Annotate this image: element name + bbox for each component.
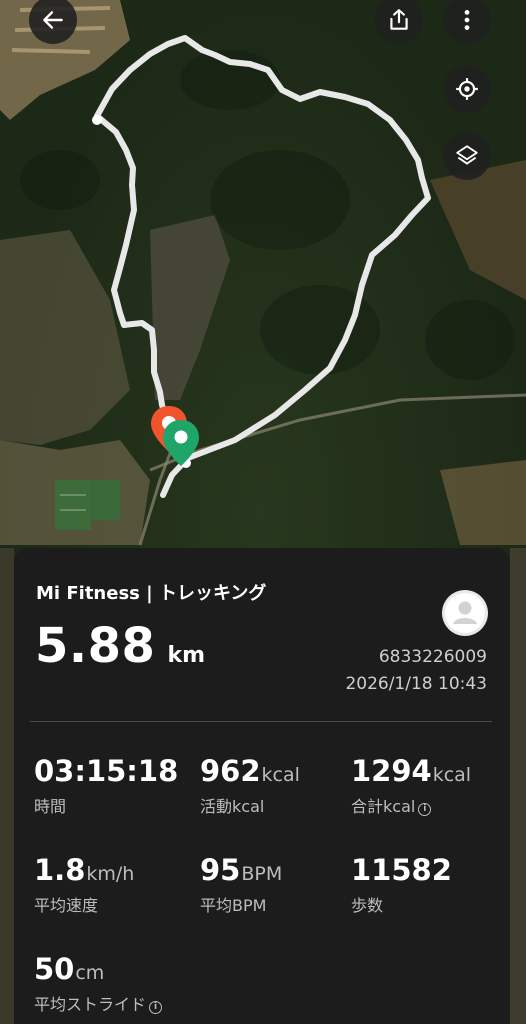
distance: 5.88 km xyxy=(35,618,205,674)
stat-total-kcal: 1294kcal 合計kcal i xyxy=(351,754,471,817)
stat-label: 平均ストライド xyxy=(34,995,147,1014)
distance-unit: km xyxy=(167,643,205,668)
stat-label: 時間 xyxy=(34,797,67,816)
stat-label: 歩数 xyxy=(351,896,384,915)
locate-button[interactable] xyxy=(443,65,491,113)
divider xyxy=(30,721,492,722)
stat-value: 03:15:18 xyxy=(34,754,179,788)
avatar[interactable] xyxy=(442,590,488,636)
stat-unit: km/h xyxy=(86,863,135,885)
layers-icon xyxy=(456,145,478,165)
info-icon[interactable]: i xyxy=(149,1001,163,1014)
sports-field xyxy=(55,480,91,530)
stat-unit: BPM xyxy=(241,863,283,885)
stat-value: 95 xyxy=(200,853,241,887)
stat-value: 11582 xyxy=(351,853,452,887)
stat-avg-stride: 50cm 平均ストライド i xyxy=(34,952,163,1015)
back-arrow-icon xyxy=(43,11,63,29)
stat-label-with-info: 合計kcal i xyxy=(351,793,471,817)
stat-avg-speed: 1.8km/h 平均速度 xyxy=(34,853,134,916)
info-icon[interactable]: i xyxy=(418,803,432,816)
app-title: Mi Fitness | トレッキング xyxy=(36,583,267,604)
stat-value: 962 xyxy=(200,754,261,788)
stat-label-with-info: 平均ストライド i xyxy=(34,991,163,1015)
stat-value: 1294 xyxy=(351,754,432,788)
more-vert-icon xyxy=(464,10,470,30)
stat-label: 平均BPM xyxy=(200,896,267,915)
stat-steps: 11582 歩数 xyxy=(351,853,453,916)
distance-value: 5.88 xyxy=(35,618,156,674)
stat-unit: kcal xyxy=(261,764,300,786)
user-id: 6833226009 xyxy=(378,647,487,667)
stat-label: 合計kcal xyxy=(351,797,416,816)
stat-avg-bpm: 95BPM 平均BPM xyxy=(200,853,282,916)
stat-active-kcal: 962kcal 活動kcal xyxy=(200,754,300,817)
route-point xyxy=(92,115,102,125)
workout-summary-sheet: Mi Fitness | トレッキング 5.88 km 6833226009 20… xyxy=(14,548,510,1024)
share-icon xyxy=(390,9,408,30)
map-layers-button[interactable] xyxy=(443,132,491,180)
user-avatar-icon xyxy=(445,593,485,633)
stat-value: 50 xyxy=(34,952,75,986)
locate-icon xyxy=(456,78,478,100)
stat-unit: kcal xyxy=(432,764,472,786)
stat-unit: cm xyxy=(75,962,105,984)
stat-value: 1.8 xyxy=(34,853,86,887)
stat-label: 平均速度 xyxy=(34,896,99,915)
stat-duration: 03:15:18 時間 xyxy=(34,754,179,817)
workout-datetime: 2026/1/18 10:43 xyxy=(345,674,487,694)
stat-label: 活動kcal xyxy=(200,797,265,816)
